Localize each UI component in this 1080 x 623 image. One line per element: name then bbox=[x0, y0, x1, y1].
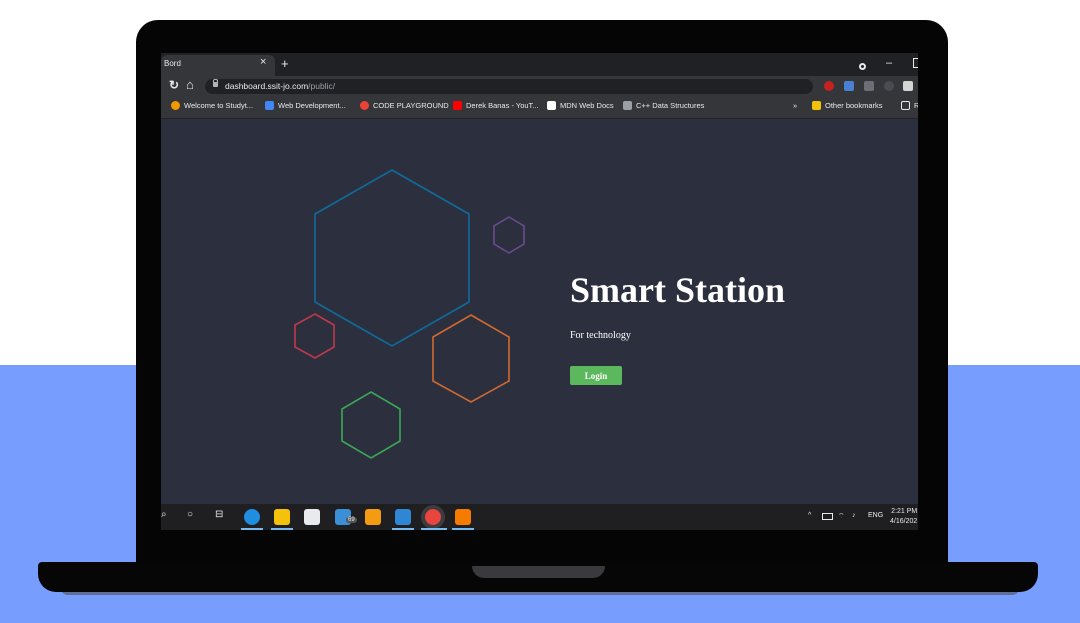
language-indicator[interactable]: ENG bbox=[868, 512, 883, 519]
chrome-active-indicator bbox=[421, 528, 447, 530]
url-text: dashboard.ssit-jo.com/public/ bbox=[225, 81, 335, 91]
search-icon[interactable]: ⌕ bbox=[161, 509, 167, 520]
extension-cloud-icon[interactable] bbox=[884, 81, 894, 91]
youtube-icon bbox=[453, 101, 462, 110]
bookmark-studytonight[interactable]: Welcome to Studyt... bbox=[171, 101, 253, 110]
bookmark-label: Derek Banas - YouT... bbox=[466, 101, 539, 110]
url-path: /public/ bbox=[308, 81, 336, 91]
new-tab-icon[interactable]: + bbox=[281, 56, 289, 71]
record-icon[interactable] bbox=[859, 63, 866, 70]
minimize-icon[interactable]: – bbox=[886, 57, 892, 69]
chrome-taskbar-icon[interactable] bbox=[425, 509, 441, 525]
vscode-icon[interactable] bbox=[395, 509, 411, 525]
battery-icon[interactable] bbox=[822, 513, 833, 520]
reading-list-icon bbox=[901, 101, 910, 110]
url-host: dashboard.ssit-jo.com bbox=[225, 81, 309, 91]
edge-icon[interactable] bbox=[244, 509, 260, 525]
browser-tab-bar: Bord × + – bbox=[161, 53, 918, 76]
xampp-icon[interactable] bbox=[455, 509, 471, 525]
vscode-active-indicator bbox=[392, 528, 414, 530]
edge-active-indicator bbox=[241, 528, 263, 530]
reading-list-label: R bbox=[914, 101, 918, 110]
extension-pen-icon[interactable] bbox=[864, 81, 874, 91]
page-title: Smart Station bbox=[570, 270, 785, 310]
udemy-icon bbox=[265, 101, 274, 110]
more-bookmarks-icon[interactable]: » bbox=[793, 101, 797, 110]
folder-icon bbox=[812, 101, 821, 110]
red-hexagon bbox=[294, 313, 335, 359]
explorer-active-indicator bbox=[271, 528, 293, 530]
bookmark-label: CODE PLAYGROUND bbox=[373, 101, 449, 110]
address-bar[interactable]: dashboard.ssit-jo.com/public/ ☆ bbox=[205, 79, 855, 94]
bookmark-web-development[interactable]: Web Development... bbox=[265, 101, 346, 110]
extensions-puzzle-icon[interactable] bbox=[903, 81, 913, 91]
reload-icon[interactable]: ↻ bbox=[169, 78, 179, 92]
other-bookmarks-label: Other bookmarks bbox=[825, 101, 883, 110]
bookmark-mdn[interactable]: MDN Web Docs bbox=[547, 101, 614, 110]
web-page: Smart Station For technology Login bbox=[161, 119, 918, 504]
mdn-icon bbox=[547, 101, 556, 110]
clock-time: 2:21 PM bbox=[891, 508, 918, 515]
file-explorer-icon[interactable] bbox=[274, 509, 290, 525]
extension-red-icon[interactable] bbox=[824, 81, 834, 91]
mail-badge: 69 bbox=[346, 517, 357, 523]
laptop-notch bbox=[472, 566, 605, 578]
bookmarks-bar: Welcome to Studyt... Web Development... … bbox=[161, 97, 918, 119]
lock-icon[interactable] bbox=[213, 79, 218, 87]
login-button[interactable]: Login bbox=[570, 366, 622, 385]
bookmark-derek-banas[interactable]: Derek Banas - YouT... bbox=[453, 101, 539, 110]
green-hexagon bbox=[341, 391, 401, 459]
bookmark-label: Welcome to Studyt... bbox=[184, 101, 254, 110]
browser-tab[interactable]: Bord × bbox=[161, 55, 275, 76]
orange-hexagon bbox=[432, 314, 510, 403]
browser-toolbar: ↻ ⌂ dashboard.ssit-jo.com/public/ ☆ bbox=[161, 76, 918, 97]
cortana-icon[interactable]: ○ bbox=[187, 509, 193, 520]
page-subtitle: For technology bbox=[570, 330, 631, 341]
xampp-active-indicator bbox=[452, 528, 474, 530]
bookmark-label: C++ Data Structures bbox=[636, 101, 705, 110]
tray-chevron-icon[interactable]: ^ bbox=[808, 512, 811, 519]
bookmark-label: MDN Web Docs bbox=[560, 101, 614, 110]
reading-list[interactable]: R bbox=[901, 101, 918, 110]
maximize-icon[interactable] bbox=[913, 58, 918, 68]
bookmark-label: Web Development... bbox=[278, 101, 346, 110]
studytonight-icon bbox=[171, 101, 180, 110]
volume-icon[interactable]: ♪ bbox=[852, 512, 856, 519]
store-icon[interactable] bbox=[304, 509, 320, 525]
clock[interactable]: 2:21 PM 4/16/202 bbox=[890, 507, 917, 527]
chrome-icon bbox=[360, 101, 369, 110]
close-tab-icon[interactable]: × bbox=[260, 56, 266, 68]
book-icon bbox=[623, 101, 632, 110]
sublime-text-icon[interactable] bbox=[365, 509, 381, 525]
clock-date: 4/16/202 bbox=[890, 518, 918, 525]
laptop-screen: Bord × + – ↻ ⌂ dashboard.ssit-jo.com/pub… bbox=[161, 53, 918, 530]
tab-title: Bord bbox=[164, 59, 181, 68]
bookmark-code-playground[interactable]: CODE PLAYGROUND bbox=[360, 101, 449, 110]
bookmark-cpp-data-structures[interactable]: C++ Data Structures bbox=[623, 101, 704, 110]
hexagon-illustration bbox=[294, 169, 525, 459]
wifi-icon[interactable]: ⌔ bbox=[838, 512, 845, 521]
home-icon[interactable]: ⌂ bbox=[186, 77, 194, 92]
task-view-icon[interactable]: ⊟ bbox=[215, 509, 223, 520]
small-purple-hexagon bbox=[493, 216, 525, 254]
extension-translate-icon[interactable] bbox=[844, 81, 854, 91]
windows-taskbar: ⌕ ○ ⊟ 69 ^ ⌔ ♪ ENG 2:21 PM 4/16/202 bbox=[161, 504, 918, 530]
other-bookmarks[interactable]: Other bookmarks bbox=[812, 101, 883, 110]
large-blue-hexagon bbox=[314, 169, 470, 347]
